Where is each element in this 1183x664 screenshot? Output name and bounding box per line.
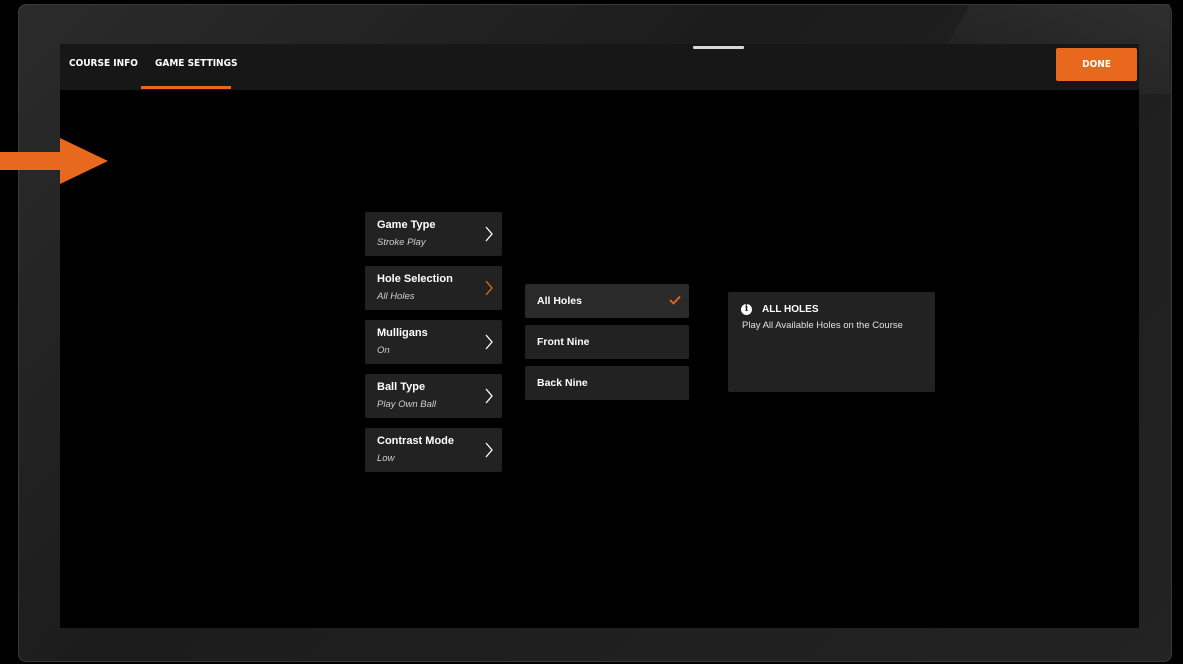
- chevron-right-icon: [485, 280, 493, 296]
- option-front-nine[interactable]: Front Nine: [525, 325, 689, 359]
- option-label: All Holes: [537, 295, 582, 307]
- setting-label: Mulligans: [377, 327, 428, 339]
- active-tab-indicator: [141, 86, 231, 89]
- chevron-right-icon: [485, 334, 493, 350]
- setting-value: All Holes: [377, 291, 415, 302]
- setting-game-type[interactable]: Game Type Stroke Play: [365, 212, 502, 256]
- tab-course-info[interactable]: COURSE INFO: [69, 44, 138, 90]
- option-label: Front Nine: [537, 336, 590, 348]
- chevron-right-icon: [485, 442, 493, 458]
- setting-label: Ball Type: [377, 381, 426, 393]
- setting-ball-type[interactable]: Ball Type Play Own Ball: [365, 374, 502, 418]
- setting-value: On: [377, 345, 390, 356]
- checkmark-icon: [669, 295, 681, 305]
- chevron-right-icon: [485, 226, 493, 242]
- done-button[interactable]: DONE: [1056, 48, 1137, 81]
- info-title: ALL HOLES: [762, 304, 819, 315]
- setting-hole-selection[interactable]: Hole Selection All Holes: [365, 266, 502, 310]
- setting-mulligans[interactable]: Mulligans On: [365, 320, 502, 364]
- setting-value: Play Own Ball: [377, 399, 437, 410]
- drag-handle[interactable]: [693, 46, 744, 49]
- pointer-arrow-icon: [0, 138, 108, 184]
- option-all-holes[interactable]: All Holes: [525, 284, 689, 318]
- setting-label: Hole Selection: [377, 273, 453, 285]
- option-back-nine[interactable]: Back Nine: [525, 366, 689, 400]
- setting-label: Game Type: [377, 219, 436, 231]
- info-description: Play All Available Holes on the Course: [742, 320, 903, 331]
- info-panel: i ALL HOLES Play All Available Holes on …: [728, 292, 935, 392]
- setting-value: Low: [377, 453, 395, 464]
- info-icon: i: [741, 304, 752, 315]
- content-area: [60, 90, 1139, 628]
- setting-contrast-mode[interactable]: Contrast Mode Low: [365, 428, 502, 472]
- option-label: Back Nine: [537, 377, 588, 389]
- tab-game-settings[interactable]: GAME SETTINGS: [155, 44, 237, 90]
- chevron-right-icon: [485, 388, 493, 404]
- setting-label: Contrast Mode: [377, 435, 454, 447]
- setting-value: Stroke Play: [377, 237, 426, 248]
